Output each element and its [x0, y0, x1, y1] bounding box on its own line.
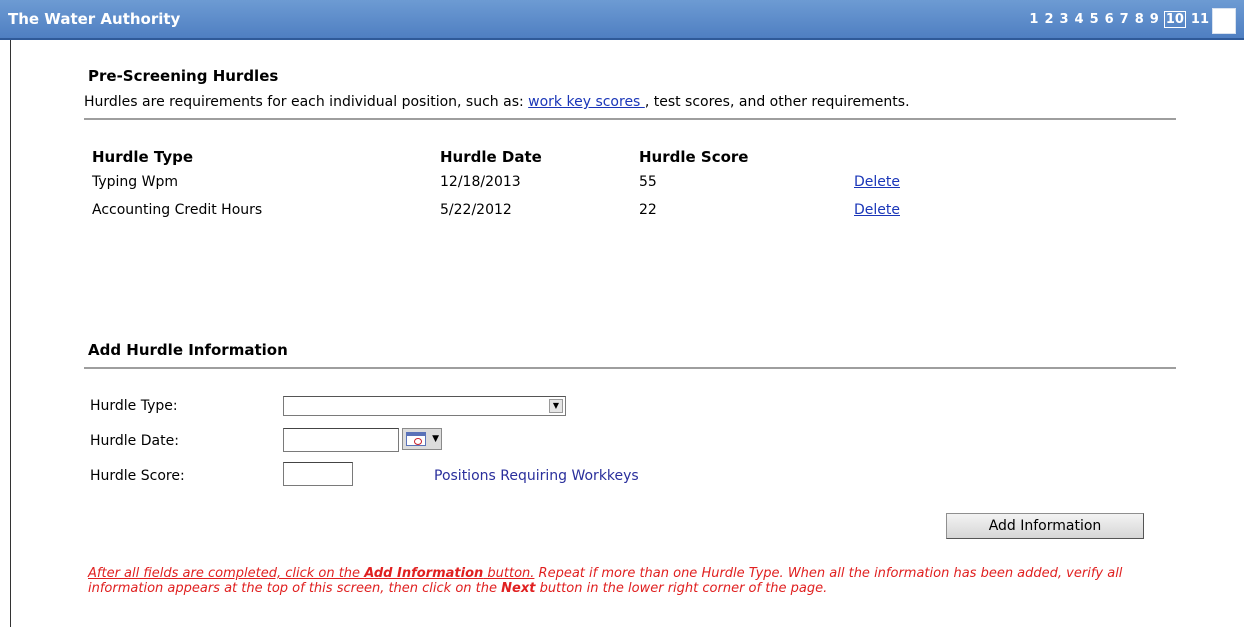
- positions-requiring-workkeys-link[interactable]: Positions Requiring Workkeys: [434, 466, 789, 486]
- row2-delete-link[interactable]: Delete: [854, 202, 900, 218]
- column-header-hurdle-date: Hurdle Date: [440, 148, 542, 166]
- instruction-part: button in the lower right corner of the …: [535, 581, 828, 596]
- description-text: Hurdles are requirements for each indivi…: [84, 94, 529, 110]
- page-link-3[interactable]: 3: [1058, 12, 1069, 27]
- description-text-end: , test scores, and other requirements.: [644, 94, 910, 110]
- page-link-1[interactable]: 1: [1028, 12, 1039, 27]
- instruction-part: button.: [483, 566, 535, 581]
- add-information-button[interactable]: Add Information: [946, 513, 1144, 539]
- prescreening-description: Hurdles are requirements for each indivi…: [84, 94, 910, 110]
- page-link-9[interactable]: 9: [1149, 12, 1160, 27]
- add-hurdle-title: Add Hurdle Information: [88, 341, 288, 359]
- row2-hurdle-date: 5/22/2012: [440, 202, 512, 218]
- row2-hurdle-score: 22: [639, 202, 657, 218]
- page-link-5[interactable]: 5: [1089, 12, 1100, 27]
- hurdle-type-select[interactable]: ▼: [283, 396, 566, 416]
- row1-hurdle-type: Typing Wpm: [92, 174, 179, 190]
- hurdle-date-input[interactable]: [283, 428, 399, 452]
- chevron-down-icon: ▼: [432, 434, 439, 444]
- instruction-bold: Add Information: [364, 566, 484, 581]
- app-title: The Water Authority: [8, 10, 181, 28]
- chevron-down-icon[interactable]: ▼: [549, 399, 563, 413]
- instruction-part: After all fields are completed, click on…: [88, 566, 365, 581]
- hurdle-score-label: Hurdle Score:: [90, 468, 185, 484]
- instruction-bold-next: Next: [501, 581, 536, 596]
- column-header-hurdle-type: Hurdle Type: [92, 148, 194, 166]
- top-bar: The Water Authority 1 2 3 4 5 6 7 8 9 10…: [0, 0, 1244, 40]
- row1-delete-link[interactable]: Delete: [854, 174, 900, 190]
- page-navigation: 1 2 3 4 5 6 7 8 9 10 11: [1028, 11, 1210, 28]
- page-link-8[interactable]: 8: [1134, 12, 1145, 27]
- left-border-line: [10, 40, 11, 627]
- page-link-6[interactable]: 6: [1104, 12, 1115, 27]
- page-link-2[interactable]: 2: [1043, 12, 1054, 27]
- hurdle-type-label: Hurdle Type:: [90, 398, 178, 414]
- calendar-icon: [406, 432, 426, 446]
- instructions-text: After all fields are completed, click on…: [88, 566, 1148, 596]
- divider: [84, 367, 1176, 369]
- page-link-4[interactable]: 4: [1074, 12, 1085, 27]
- divider: [84, 118, 1176, 120]
- row1-hurdle-score: 55: [639, 174, 657, 190]
- corner-box: [1212, 8, 1236, 34]
- column-header-hurdle-score: Hurdle Score: [639, 148, 749, 166]
- page-link-10-current[interactable]: 10: [1163, 11, 1186, 28]
- row1-hurdle-date: 12/18/2013: [440, 174, 521, 190]
- work-key-scores-link[interactable]: work key scores: [528, 94, 645, 110]
- page-link-11[interactable]: 11: [1190, 12, 1210, 27]
- instructions-underlined: After all fields are completed, click on…: [88, 566, 534, 581]
- hurdle-date-label: Hurdle Date:: [90, 433, 179, 449]
- prescreening-title: Pre-Screening Hurdles: [88, 67, 279, 85]
- row2-hurdle-type: Accounting Credit Hours: [92, 202, 263, 218]
- page-link-7[interactable]: 7: [1119, 12, 1130, 27]
- calendar-picker-button[interactable]: ▼: [402, 428, 442, 450]
- hurdle-score-input[interactable]: [283, 462, 353, 486]
